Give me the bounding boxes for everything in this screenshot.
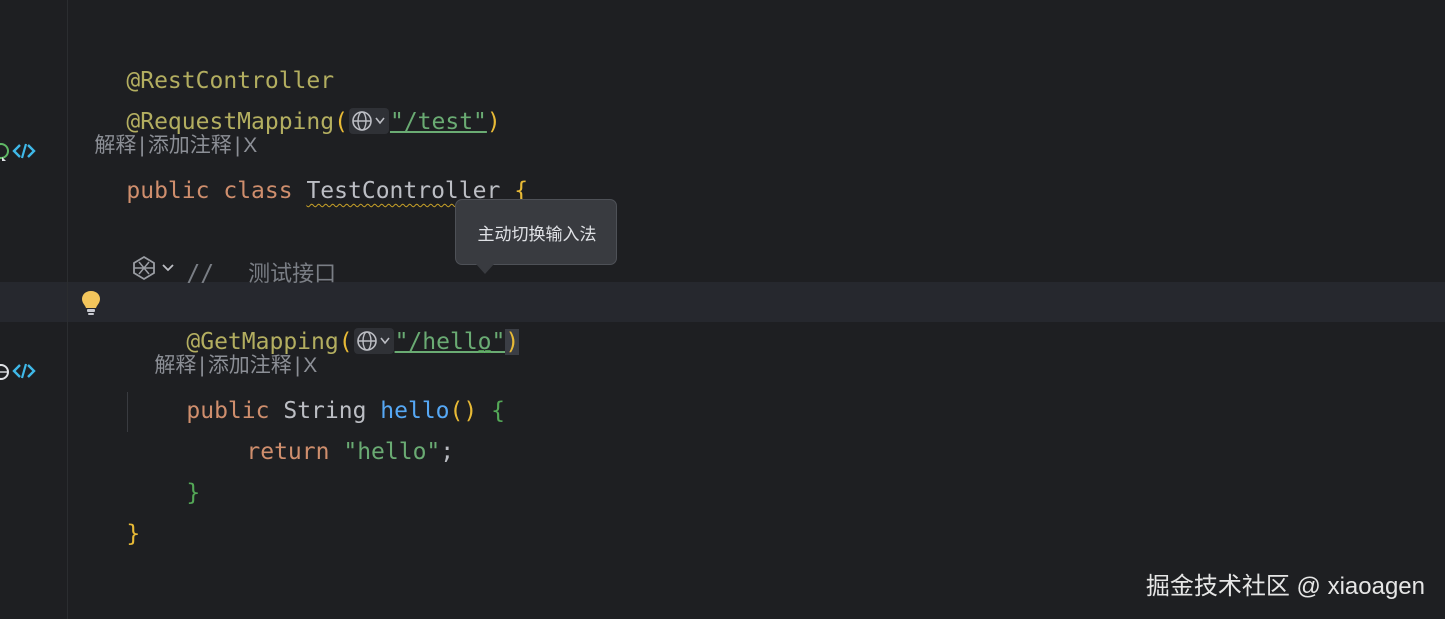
code-line-class-close[interactable]: } bbox=[71, 474, 140, 547]
gutter-separator bbox=[67, 0, 68, 619]
equals-marker: == bbox=[478, 345, 492, 358]
web-endpoint-icon[interactable] bbox=[0, 139, 40, 169]
keyword-return: return bbox=[246, 439, 330, 465]
globe-icon bbox=[356, 330, 390, 351]
code-line-return[interactable]: return "hello"; bbox=[191, 392, 454, 465]
code-line-comment[interactable]: //测试接口 bbox=[131, 214, 336, 287]
input-method-tooltip: 主动切换输入法 bbox=[455, 199, 617, 265]
semicolon: ; bbox=[440, 439, 455, 465]
class-close-brace: } bbox=[126, 521, 141, 547]
chevron-down-icon bbox=[375, 117, 385, 124]
lightbulb-icon[interactable] bbox=[80, 289, 102, 321]
code-lens-method: 解释 | 添加注释 | X bbox=[154, 354, 318, 377]
keyword-public: public bbox=[126, 178, 210, 204]
paren-close-get-highlighted: ) bbox=[505, 329, 520, 355]
return-string: "hello" bbox=[343, 439, 441, 465]
chevron-down-icon bbox=[379, 337, 390, 344]
code-editor[interactable]: @RestController @RequestMapping("/test")… bbox=[0, 0, 1445, 619]
indent-guide bbox=[127, 392, 128, 432]
tooltip-arrow bbox=[476, 264, 494, 274]
globe-icon bbox=[352, 110, 385, 131]
code-line-class-decl[interactable]: public class TestController { bbox=[71, 131, 528, 204]
tooltip-text: 主动切换输入法 bbox=[477, 225, 597, 244]
url-inlay-hint[interactable] bbox=[348, 107, 389, 134]
url-inlay-hint-get[interactable] bbox=[353, 327, 394, 354]
code-line-rest-controller[interactable]: @RestController bbox=[71, 21, 334, 94]
code-line-get-mapping[interactable]: @GetMapping("/hello") bbox=[131, 282, 520, 355]
method-close-brace: } bbox=[186, 480, 201, 506]
watermark: 掘金技术社区 @ xiaoagen bbox=[1145, 573, 1425, 600]
code-line-method-close[interactable]: } bbox=[131, 433, 200, 506]
code-line-request-mapping[interactable]: @RequestMapping("/test") bbox=[71, 62, 501, 135]
chevron-down-icon bbox=[162, 264, 174, 272]
code-line-method-decl[interactable]: public String hello() { bbox=[131, 351, 505, 424]
keyword-class: class bbox=[223, 178, 293, 204]
web-endpoint-icon[interactable] bbox=[0, 359, 40, 389]
method-open-brace: { bbox=[491, 398, 505, 424]
code-lens-class: 解释 | 添加注释 | X bbox=[94, 134, 258, 157]
